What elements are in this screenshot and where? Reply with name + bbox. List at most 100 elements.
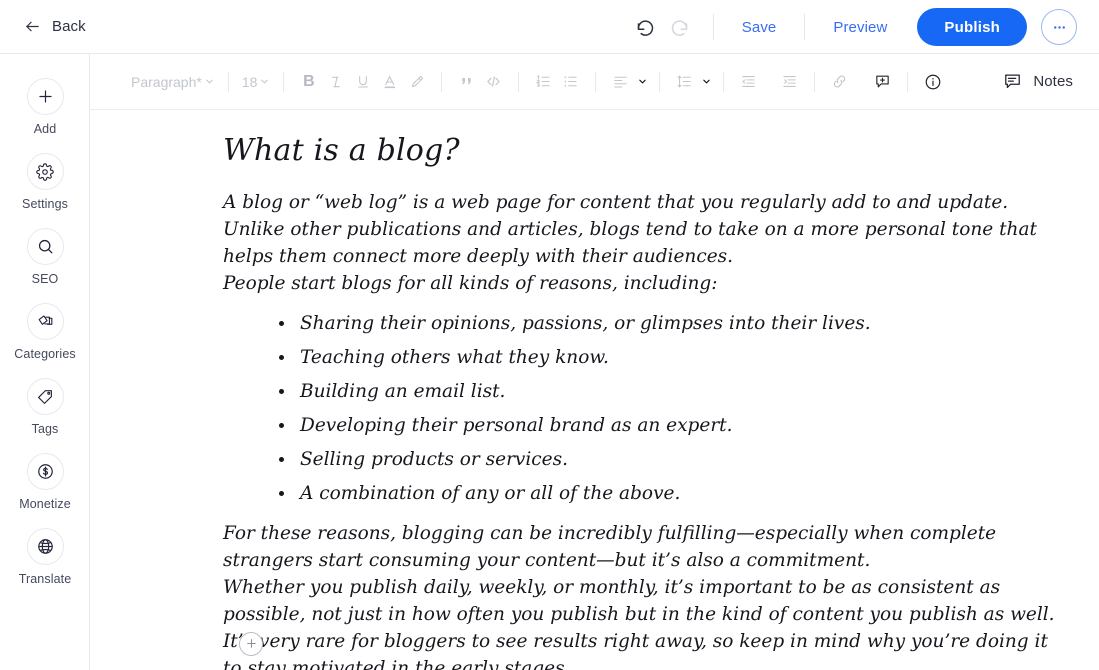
paragraph-5-block: It’s very rare for bloggers to see resul… [223,628,1059,670]
link-button[interactable] [826,68,853,95]
divider [441,71,443,92]
list-item[interactable]: Teaching others what they know. [278,344,1059,371]
code-button[interactable] [480,68,507,95]
redo-button[interactable] [663,10,697,44]
editor-content-area[interactable]: What is a blog? A blog or “web log” is a… [90,110,1099,670]
sidebar-item-label: SEO [31,272,59,286]
tag-icon [26,378,64,415]
more-options-button[interactable] [1041,9,1077,45]
font-size-value: 18 [241,73,258,90]
indent-icon [783,76,797,87]
undo-button[interactable] [629,10,663,44]
divider [518,71,520,92]
highlight-button[interactable] [403,68,430,95]
notes-button[interactable]: Notes [1003,72,1073,91]
indent-button[interactable] [776,68,803,95]
notes-label: Notes [1033,73,1073,90]
search-icon [26,228,64,265]
align-dropdown[interactable] [607,68,648,95]
sidebar-item-label: Categories [14,347,76,361]
comment-button[interactable] [869,68,896,95]
paragraph-1[interactable]: A blog or “web log” is a web page for co… [223,189,1059,270]
align-left-button[interactable] [607,68,634,95]
add-comment-icon [876,75,890,88]
bullet-list-button[interactable] [557,68,584,95]
paragraph-style-dropdown[interactable]: Paragraph* [129,70,217,94]
add-block-button[interactable] [239,631,263,656]
numbered-list-button[interactable] [530,68,557,95]
list-item[interactable]: Developing their personal brand as an ex… [278,412,1059,439]
paragraph-4[interactable]: Whether you publish daily, weekly, or mo… [223,574,1059,628]
document-heading[interactable]: What is a blog? [223,132,1059,170]
bold-button[interactable]: B [295,68,322,95]
divider [712,14,714,40]
ellipsis-icon [1053,25,1065,29]
line-height-icon [678,75,692,88]
paragraph-3[interactable]: For these reasons, blogging can be incre… [223,520,1059,574]
sidebar-item-add[interactable]: Add [0,78,90,136]
plus-icon [26,78,64,115]
divider [659,71,661,92]
paragraph-style-value: Paragraph* [131,73,202,90]
sidebar-item-label: Tags [31,422,59,436]
chevron-down-icon [703,79,711,84]
globe-icon [26,528,64,565]
divider [804,14,806,40]
divider [907,71,909,92]
paragraph-5[interactable]: It’s very rare for bloggers to see resul… [223,628,1059,670]
chevron-down-icon [206,79,213,84]
line-height-dropdown[interactable] [671,68,712,95]
outdent-button[interactable] [735,68,762,95]
italic-button[interactable] [322,68,349,95]
chevron-down-icon [639,79,647,84]
divider [283,71,285,92]
underline-button[interactable] [349,68,376,95]
list-item[interactable]: Building an email list. [278,378,1059,405]
publish-button[interactable]: Publish [917,8,1027,46]
sidebar-item-translate[interactable]: Translate [0,528,90,586]
sidebar-item-tags[interactable]: Tags [0,378,90,436]
gear-icon [26,153,64,190]
divider [227,71,229,92]
font-size-dropdown[interactable]: 18 [240,70,273,94]
cards-icon [26,303,64,340]
sidebar-item-settings[interactable]: Settings [0,153,90,211]
sidebar-item-monetize[interactable]: Monetize [0,453,90,511]
top-bar-actions: Save Preview Publish [629,0,1099,54]
list-item[interactable]: A combination of any or all of the above… [278,480,1059,507]
sidebar-item-label: Translate [18,572,72,586]
divider [814,71,816,92]
paragraph-2[interactable]: People start blogs for all kinds of reas… [223,270,1059,297]
reasons-bullet-list[interactable]: Sharing their opinions, passions, or gli… [223,310,1059,507]
line-height-button[interactable] [671,68,698,95]
save-button[interactable]: Save [730,13,789,42]
link-icon [834,75,846,88]
bullet-list-icon [564,76,578,87]
info-button[interactable] [919,68,946,95]
chevron-down-icon [261,79,269,84]
quote-icon [462,77,471,84]
divider [595,71,597,92]
underline-icon [358,75,368,88]
back-button[interactable]: Back [24,10,86,44]
blockquote-button[interactable] [453,68,480,95]
numbered-list-icon [536,75,551,87]
list-item[interactable]: Sharing their opinions, passions, or gli… [278,310,1059,337]
undo-icon [638,19,654,36]
preview-button[interactable]: Preview [821,13,899,42]
sidebar-item-label: Settings [22,197,68,211]
blog-editor-app: Back Save Preview Publish Add Settings S… [0,0,1099,670]
redo-icon [672,19,688,36]
align-left-icon [614,76,628,88]
arrow-left-icon [26,21,39,32]
code-icon [487,76,501,87]
italic-icon [332,76,340,87]
sidebar-item-seo[interactable]: SEO [0,228,90,286]
list-item[interactable]: Selling products or services. [278,446,1059,473]
outdent-icon [742,76,756,87]
format-toolbar: Paragraph* 18 B Notes [90,54,1099,110]
sidebar-item-categories[interactable]: Categories [0,303,90,361]
document-body[interactable]: What is a blog? A blog or “web log” is a… [90,110,1099,670]
left-sidebar: Add Settings SEO Categories Tags Monetiz… [0,54,90,670]
text-color-button[interactable] [376,68,403,95]
